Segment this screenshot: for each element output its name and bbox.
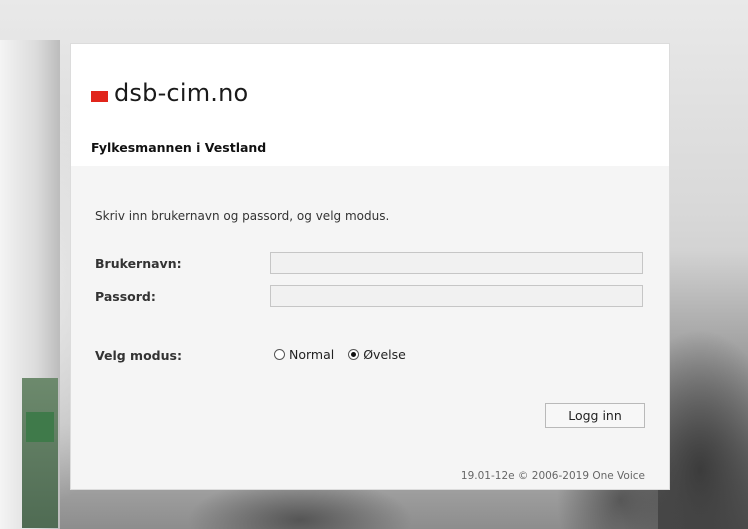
mode-normal-radio[interactable]: Normal [274, 347, 334, 362]
mode-ovelse-radio[interactable]: Øvelse [348, 347, 406, 362]
version-info: 19.01-12e © 2006-2019 One Voice [460, 470, 645, 482]
mode-normal-label: Normal [289, 347, 335, 362]
login-panel: dsb-cim.no Fylkesmannen i Vestland Skriv… [70, 43, 670, 490]
login-button[interactable]: Logg inn [545, 403, 645, 428]
username-label: Brukernavn: [95, 256, 182, 271]
password-field[interactable] [270, 285, 643, 307]
background-sign-panel [26, 412, 54, 442]
mode-radio-group: Normal Øvelse [274, 347, 406, 363]
mode-label: Velg modus: [95, 348, 182, 363]
background-crowd [658, 250, 748, 529]
radio-checked-icon [348, 349, 360, 360]
organization-name: Fylkesmannen i Vestland [91, 140, 267, 155]
background-sign [22, 378, 58, 528]
mode-ovelse-label: Øvelse [363, 347, 406, 362]
radio-unchecked-icon [274, 349, 285, 360]
password-label: Passord: [95, 289, 156, 304]
instructions-text: Skriv inn brukernavn og passord, og velg… [95, 209, 390, 223]
logo-text: dsb-cim.no [114, 79, 249, 107]
username-field[interactable] [270, 252, 643, 274]
logo-mark-icon [91, 91, 108, 102]
panel-header: dsb-cim.no Fylkesmannen i Vestland [71, 44, 669, 166]
